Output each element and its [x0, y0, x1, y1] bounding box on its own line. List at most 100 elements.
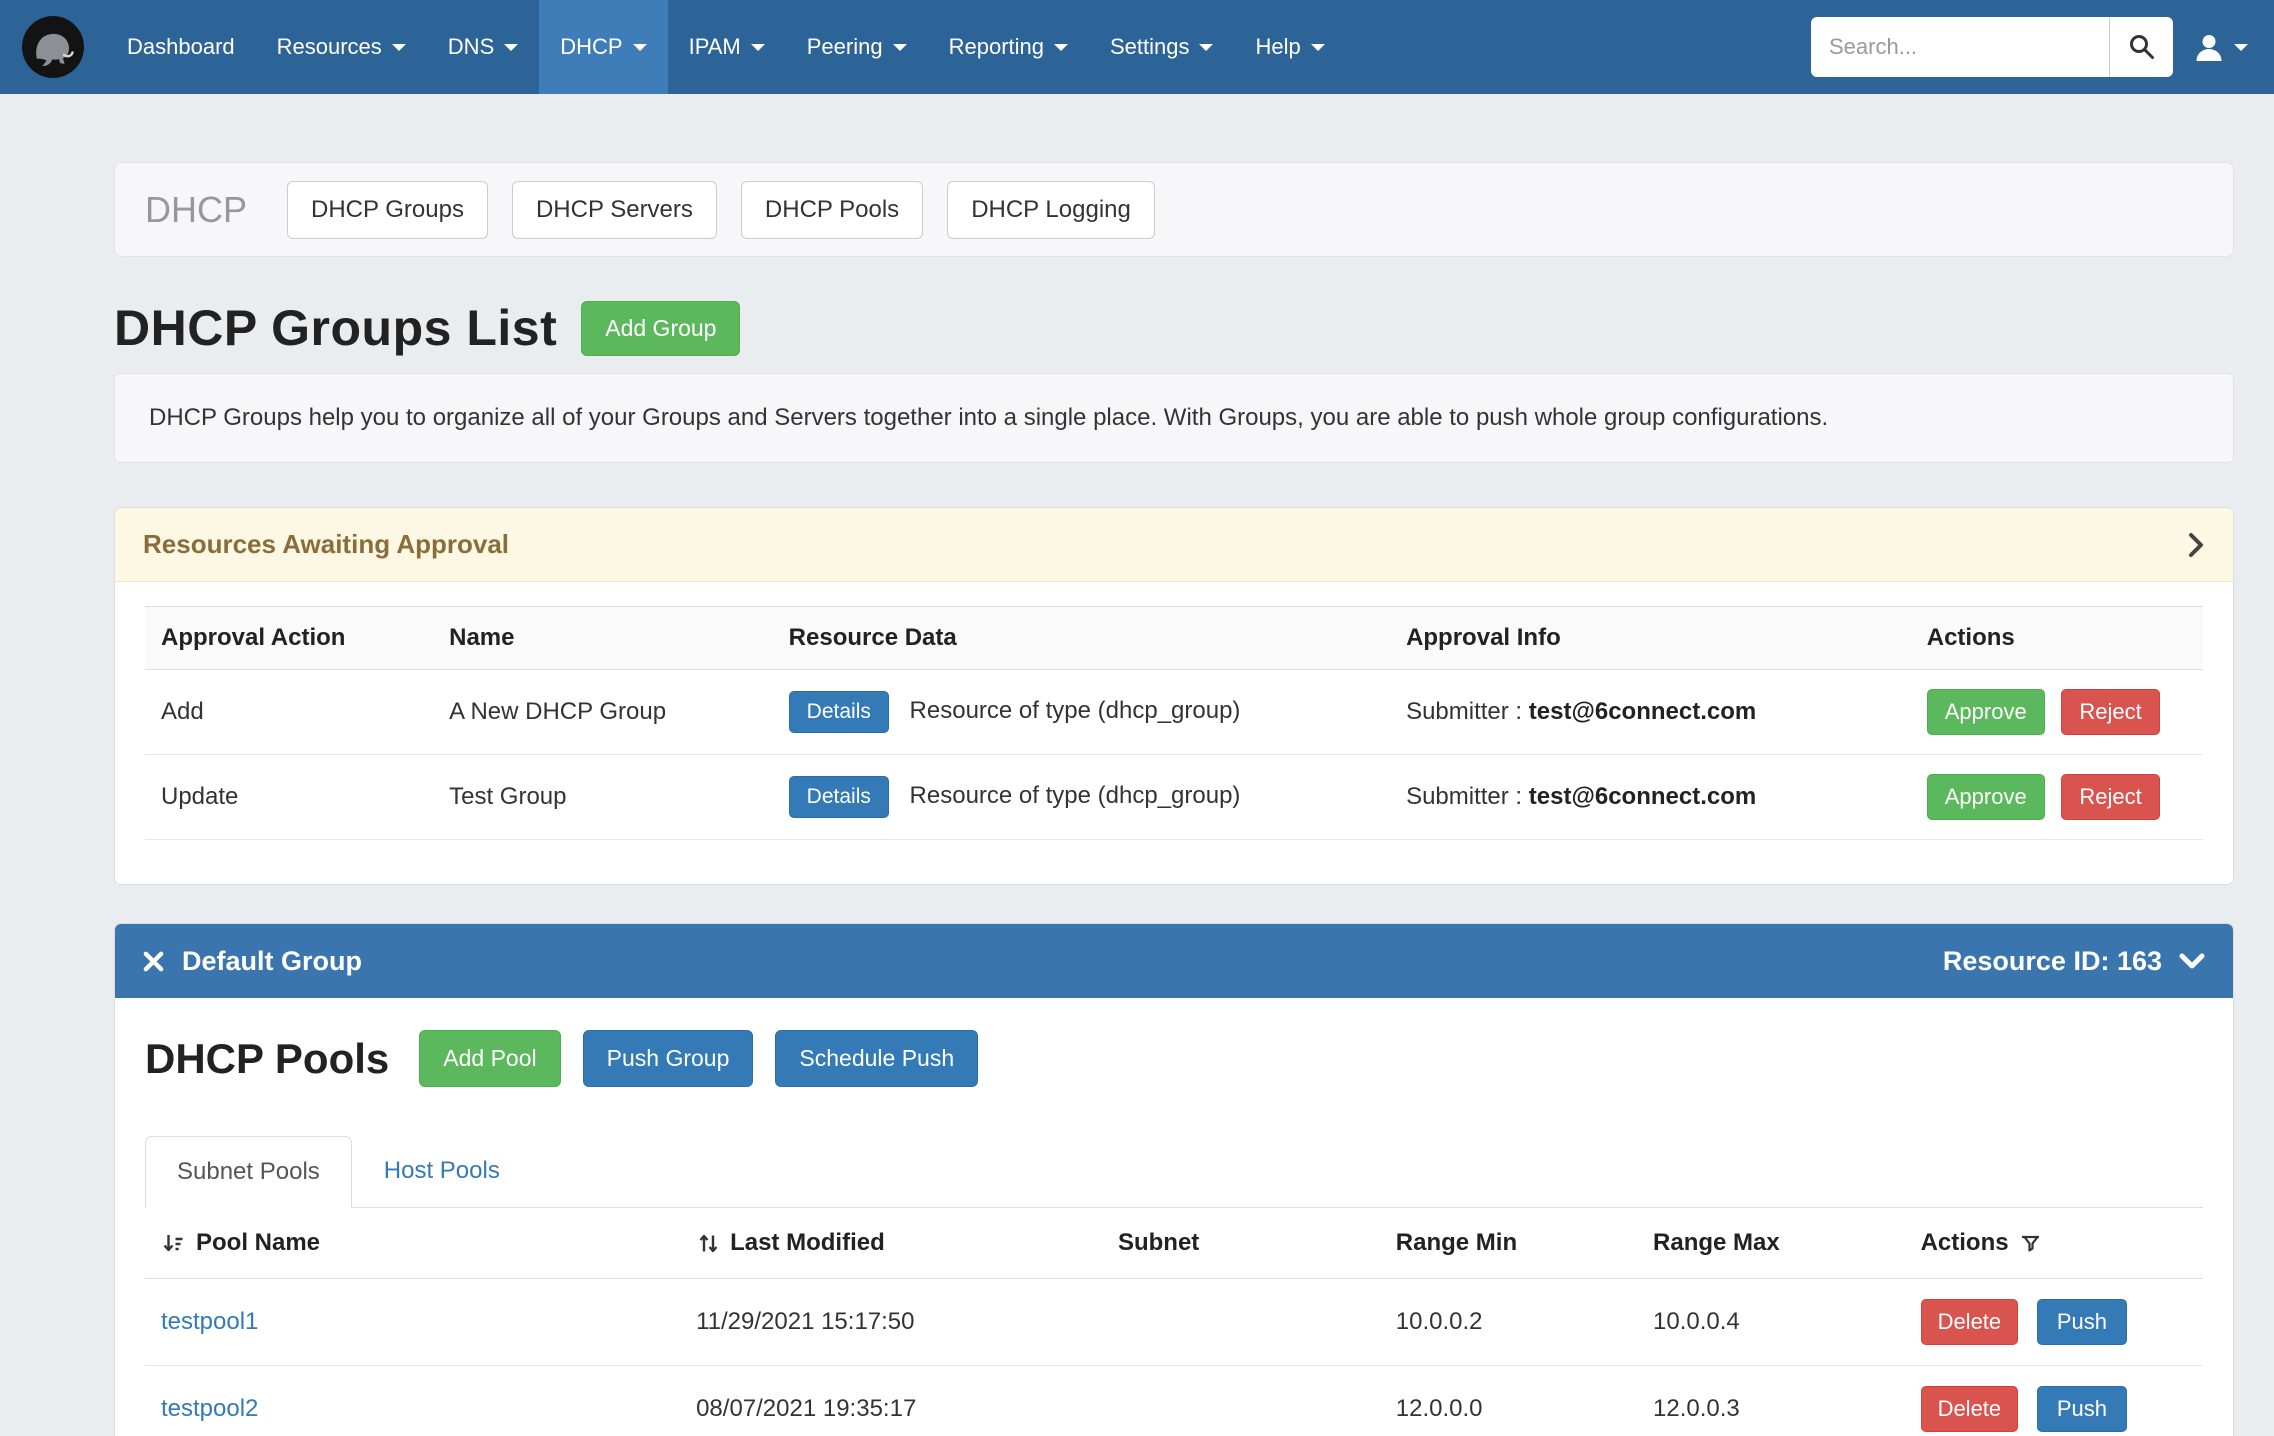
mammoth-logo-icon	[20, 14, 86, 80]
col-last-modified[interactable]: Last Modified	[680, 1208, 1102, 1279]
subnet-cell	[1102, 1366, 1380, 1436]
filter-funnel-icon[interactable]	[2019, 1232, 2042, 1255]
nav-item-dashboard[interactable]: Dashboard	[106, 0, 256, 94]
search-input[interactable]	[1811, 17, 2109, 77]
nav-item-ipam[interactable]: IPAM	[668, 0, 786, 94]
reject-button[interactable]: Reject	[2061, 774, 2159, 820]
top-navbar: Dashboard Resources DNS DHCP IPAM Peerin…	[0, 0, 2274, 94]
details-button[interactable]: Details	[789, 776, 889, 818]
nav-label: Settings	[1110, 34, 1190, 60]
subnet-cell	[1102, 1279, 1380, 1366]
approval-panel: Resources Awaiting Approval Approval Act…	[114, 507, 2234, 885]
nav-item-settings[interactable]: Settings	[1089, 0, 1235, 94]
add-pool-button[interactable]: Add Pool	[419, 1030, 560, 1087]
approval-panel-title: Resources Awaiting Approval	[143, 529, 509, 560]
sort-amount-asc-icon[interactable]	[161, 1231, 186, 1256]
caret-down-icon	[504, 44, 518, 51]
page-title: DHCP Groups List	[114, 299, 557, 357]
description-well: DHCP Groups help you to organize all of …	[114, 373, 2234, 463]
nav-item-help[interactable]: Help	[1234, 0, 1345, 94]
nav-item-dhcp[interactable]: DHCP	[539, 0, 667, 94]
submitter-label: Submitter :	[1406, 698, 1522, 725]
main-content: DHCP DHCP Groups DHCP Servers DHCP Pools…	[114, 162, 2234, 1436]
nav-item-resources[interactable]: Resources	[256, 0, 427, 94]
approval-name-cell: Test Group	[433, 755, 773, 840]
nav-item-dns[interactable]: DNS	[427, 0, 539, 94]
dhcp-logging-button[interactable]: DHCP Logging	[947, 181, 1155, 239]
nav-item-peering[interactable]: Peering	[786, 0, 928, 94]
caret-down-icon	[392, 44, 406, 51]
delete-button[interactable]: Delete	[1921, 1386, 2019, 1432]
range-min-cell: 10.0.0.2	[1380, 1279, 1637, 1366]
search-box	[1811, 17, 2173, 77]
user-icon	[2193, 31, 2225, 63]
sort-up-down-icon[interactable]	[696, 1231, 720, 1256]
close-icon[interactable]	[142, 950, 165, 973]
approve-button[interactable]: Approve	[1927, 774, 2045, 820]
reject-button[interactable]: Reject	[2061, 689, 2159, 735]
search-button[interactable]	[2109, 17, 2173, 77]
pool-link[interactable]: testpool1	[161, 1308, 258, 1335]
approval-row: Add A New DHCP Group Details Resource of…	[145, 670, 2203, 755]
approval-actions-cell: Approve Reject	[1911, 670, 2203, 755]
pool-actions-cell: Delete Push	[1905, 1279, 2203, 1366]
brand-logo[interactable]	[0, 0, 106, 94]
group-title-wrap: Default Group	[142, 946, 362, 977]
push-button[interactable]: Push	[2037, 1386, 2127, 1432]
approval-info-cell: Submitter : test@6connect.com	[1390, 670, 1911, 755]
tab-host-pools[interactable]: Host Pools	[352, 1135, 532, 1207]
dhcp-servers-button[interactable]: DHCP Servers	[512, 181, 717, 239]
col-approval-info: Approval Info	[1390, 607, 1911, 670]
pool-link[interactable]: testpool2	[161, 1395, 258, 1422]
chevron-right-icon[interactable]	[2187, 531, 2205, 559]
approval-resource-cell: Details Resource of type (dhcp_group)	[773, 670, 1390, 755]
push-group-button[interactable]: Push Group	[583, 1030, 754, 1087]
approval-name-cell: A New DHCP Group	[433, 670, 773, 755]
approval-panel-body: Approval Action Name Resource Data Appro…	[115, 582, 2233, 884]
pool-row: testpool2 08/07/2021 19:35:17 12.0.0.0 1…	[145, 1366, 2203, 1436]
caret-down-icon	[751, 44, 765, 51]
page-title-row: DHCP Groups List Add Group	[114, 299, 2234, 357]
pools-header-row: Pool Name	[145, 1208, 2203, 1279]
approval-info-cell: Submitter : test@6connect.com	[1390, 755, 1911, 840]
approval-actions-cell: Approve Reject	[1911, 755, 2203, 840]
resource-type-text: Resource of type (dhcp_group)	[910, 697, 1241, 724]
dhcp-pools-button[interactable]: DHCP Pools	[741, 181, 923, 239]
resource-id-label: Resource ID: 163	[1943, 946, 2162, 977]
approval-action-cell: Add	[145, 670, 433, 755]
chevron-down-icon	[2178, 952, 2206, 971]
approval-table: Approval Action Name Resource Data Appro…	[145, 606, 2203, 840]
schedule-push-button[interactable]: Schedule Push	[775, 1030, 978, 1087]
pool-actions-cell: Delete Push	[1905, 1366, 2203, 1436]
nav-label: IPAM	[689, 34, 741, 60]
nav-label: DNS	[448, 34, 494, 60]
pool-name-cell: testpool1	[145, 1279, 680, 1366]
nav-label: Dashboard	[127, 34, 235, 60]
nav-item-reporting[interactable]: Reporting	[928, 0, 1089, 94]
approval-panel-heading[interactable]: Resources Awaiting Approval	[115, 508, 2233, 582]
range-min-cell: 12.0.0.0	[1380, 1366, 1637, 1436]
caret-down-icon	[1199, 44, 1213, 51]
submitter-email: test@6connect.com	[1529, 698, 1756, 725]
last-modified-cell: 11/29/2021 15:17:50	[680, 1279, 1102, 1366]
dhcp-groups-button[interactable]: DHCP Groups	[287, 181, 488, 239]
add-group-button[interactable]: Add Group	[581, 301, 740, 356]
resource-id-toggle[interactable]: Resource ID: 163	[1943, 946, 2206, 977]
delete-button[interactable]: Delete	[1921, 1299, 2019, 1345]
pools-header: DHCP Pools Add Pool Push Group Schedule …	[145, 1030, 2203, 1087]
details-button[interactable]: Details	[789, 691, 889, 733]
approve-button[interactable]: Approve	[1927, 689, 2045, 735]
push-button[interactable]: Push	[2037, 1299, 2127, 1345]
col-resource-data: Resource Data	[773, 607, 1390, 670]
nav-label: Reporting	[949, 34, 1044, 60]
user-menu[interactable]	[2193, 31, 2248, 63]
caret-down-icon	[1311, 44, 1325, 51]
caret-down-icon	[893, 44, 907, 51]
dhcp-subnav: DHCP DHCP Groups DHCP Servers DHCP Pools…	[114, 162, 2234, 257]
col-pool-name[interactable]: Pool Name	[145, 1208, 680, 1279]
caret-down-icon	[2234, 44, 2248, 51]
tab-subnet-pools[interactable]: Subnet Pools	[145, 1136, 352, 1208]
navbar-right	[1811, 0, 2274, 94]
submitter-email: test@6connect.com	[1529, 783, 1756, 810]
col-actions: Actions	[1911, 607, 2203, 670]
